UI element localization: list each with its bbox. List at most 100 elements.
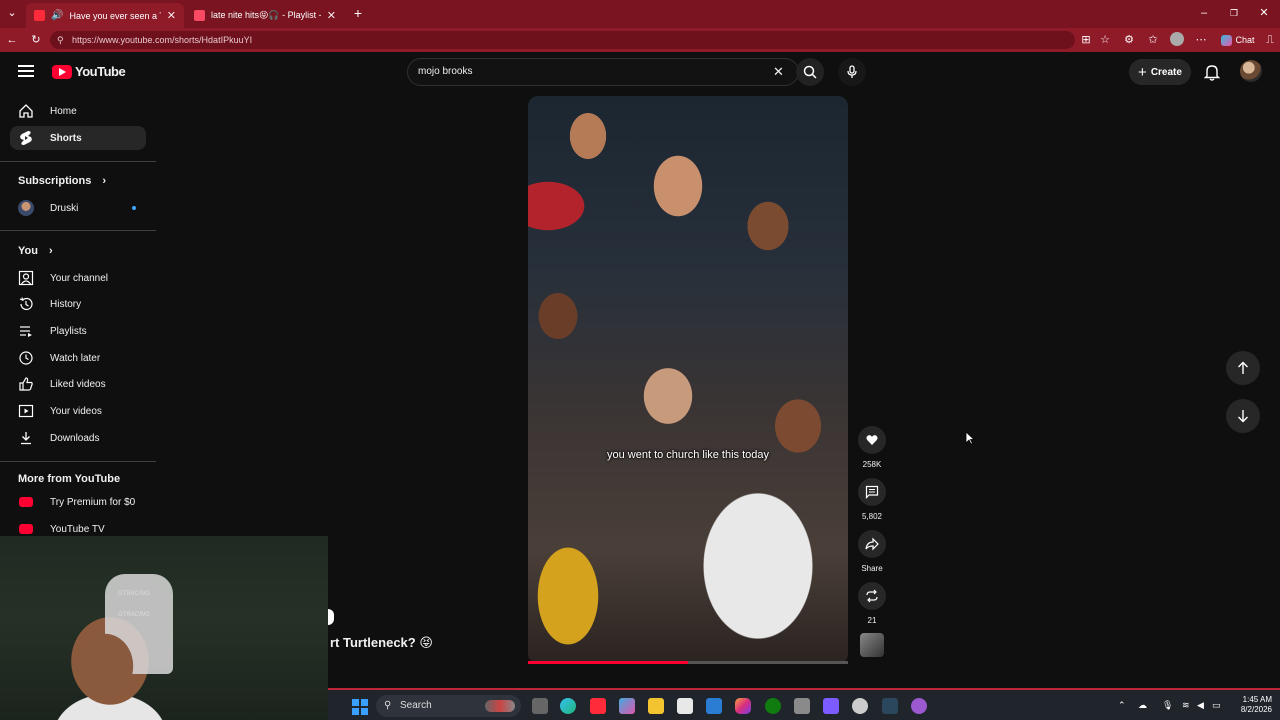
video-progress-fill [528,661,688,664]
store-icon[interactable] [677,698,693,714]
comment-action[interactable]: 5,802 [858,478,886,521]
edge-browser-icon[interactable] [560,698,576,714]
file-explorer-icon[interactable] [648,698,664,714]
share-button[interactable] [858,530,886,558]
app-available-icon[interactable]: ⊞ [1078,32,1094,48]
search-highlight-image [485,700,515,712]
close-tab-icon[interactable]: ✕ [167,9,176,22]
video-progress-bar[interactable] [528,661,848,664]
sidebar-item-watch-later[interactable]: Watch later [10,346,146,370]
short-title-fragment[interactable]: rt Turtleneck? 😝 [330,635,433,651]
youtube-red-icon [16,492,36,512]
home-icon [16,101,36,121]
sidebar-divider [0,161,156,162]
notifications-button[interactable] [1203,63,1221,86]
sidebar-item-label: YouTube TV [50,523,105,535]
account-avatar[interactable] [1240,60,1262,82]
task-view-icon[interactable] [532,698,548,714]
volume-icon[interactable]: ◀ [1197,700,1204,711]
tab-title: Have you ever seen a Tshirt T [69,10,160,21]
app-icon[interactable] [911,698,927,714]
window-close-icon[interactable]: ✕ [1256,5,1272,21]
sidebar-item-label: Home [50,105,77,117]
subscription-item-druski[interactable]: Druski [10,196,146,220]
create-button[interactable]: + Create [1129,59,1191,85]
sidebar-item-label: Try Premium for $0 [50,496,136,508]
show-hidden-icons-icon[interactable]: ⌃ [1118,700,1126,711]
clear-search-icon[interactable]: ✕ [773,59,784,85]
wifi-icon[interactable]: ≋ [1182,700,1190,711]
chat-label: Chat [1235,35,1255,45]
previous-short-button[interactable] [1226,351,1260,385]
like-action[interactable]: 258K [858,426,886,469]
start-button[interactable] [352,699,368,715]
profile-icon[interactable] [1169,32,1185,51]
copilot-chat-button[interactable]: Chat [1218,32,1258,48]
copilot-app-icon[interactable] [619,698,635,714]
sidebar-item-playlists[interactable]: Playlists [10,319,146,343]
you-heading[interactable]: You › [18,245,53,257]
sidebar-item-your-channel[interactable]: Your channel [10,266,146,290]
sidebar-item-your-videos[interactable]: Your videos [10,399,146,423]
maximize-icon[interactable]: ❐ [1226,5,1242,21]
short-video-player[interactable] [528,96,848,664]
refresh-icon[interactable]: ↻ [28,32,44,48]
sidebar-item-premium[interactable]: Try Premium for $0 [10,490,146,514]
battery-icon[interactable]: ▭ [1212,700,1221,711]
sidebar-item-home[interactable]: Home [10,99,146,123]
minimize-icon[interactable]: – [1196,5,1212,21]
sidebar-item-downloads[interactable]: Downloads [10,426,146,450]
heart-icon [866,435,878,445]
steam-icon[interactable] [882,698,898,714]
chair-brand-label: GTRACING [118,591,150,597]
back-icon[interactable]: ← [4,32,20,48]
cloud-icon[interactable]: ☁ [1138,700,1147,711]
voice-search-button[interactable] [838,58,866,86]
comment-button[interactable] [858,478,886,506]
sidebar-item-label: History [50,298,82,310]
more-options-icon[interactable]: ⋯ [1193,32,1209,48]
sound-thumbnail[interactable] [860,633,884,657]
microphone-tray-icon[interactable]: 🎙 [1162,700,1173,711]
mail-icon[interactable] [706,698,722,714]
remix-action[interactable]: 21 [858,582,886,625]
subscriptions-heading[interactable]: Subscriptions › [18,175,106,187]
person-icon [16,268,36,288]
xbox-icon[interactable] [765,698,781,714]
remix-button[interactable] [858,582,886,610]
sidebar-item-label: Liked videos [50,378,106,390]
copilot-icon [1221,35,1233,47]
system-clock[interactable]: 1:45 AM 8/2/2026 [1228,695,1272,715]
instagram-icon[interactable] [735,698,751,714]
like-button[interactable] [858,426,886,454]
camera-icon[interactable] [794,698,810,714]
new-tab-icon[interactable]: + [350,5,366,21]
sidebar-item-liked-videos[interactable]: Liked videos [10,372,146,396]
share-action[interactable]: Share [858,530,886,573]
sidebar-item-label: Your videos [50,405,102,417]
close-tab-icon[interactable]: ✕ [327,9,336,22]
sidebar-item-shorts[interactable]: Shorts [10,126,146,150]
playlist-icon [16,321,36,341]
favorite-star-icon[interactable]: ☆ [1097,32,1113,48]
sidebar-item-history[interactable]: History [10,292,146,316]
next-short-button[interactable] [1226,399,1260,433]
search-input[interactable]: mojo brooks ✕ [407,58,799,86]
address-bar[interactable]: ⚲ https://www.youtube.com/shorts/HdatIPk… [50,31,1075,49]
sidebar-toggle-icon[interactable]: ⎍ [1262,32,1278,48]
tab-list-chevron-icon[interactable]: ⌄ [4,5,20,21]
tab-music[interactable]: late nite hits😝🎧 - Playlist - App ✕ [186,3,344,28]
settings-icon[interactable] [852,698,868,714]
tab-active[interactable]: 🔊 Have you ever seen a Tshirt T ✕ [26,3,184,28]
shorts-icon [16,128,36,148]
extension-icon[interactable]: ⚙ [1121,32,1137,48]
taskbar-search[interactable]: ⚲ Search [376,695,521,717]
video-caption: you went to church like this today [606,449,770,461]
chevron-right-icon: › [49,245,53,257]
dev-app-icon[interactable] [823,698,839,714]
more-from-youtube-heading: More from YouTube [18,473,121,485]
search-button[interactable] [796,58,824,86]
youtube-app-icon[interactable] [590,698,606,714]
favorites-icon[interactable]: ✩ [1145,32,1161,48]
site-info-icon[interactable]: ⚲ [57,31,64,49]
